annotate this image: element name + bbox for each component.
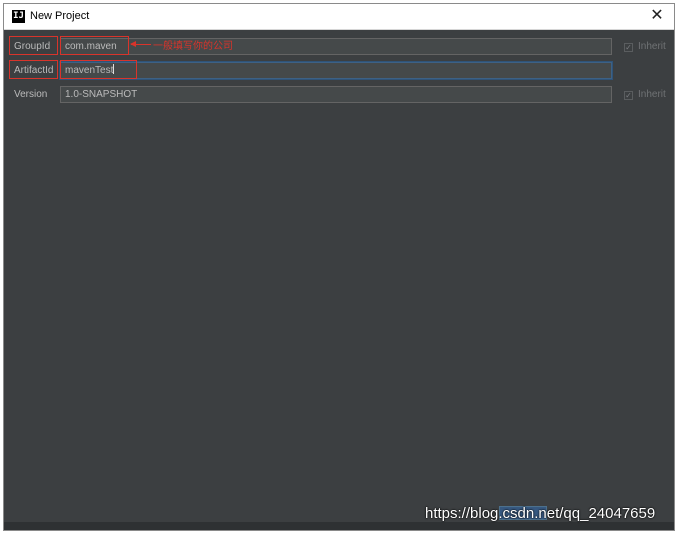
version-row: Version 1.0-SNAPSHOT ✓ Inherit <box>4 85 674 107</box>
artifactid-label-highlight <box>9 60 58 79</box>
dialog-title: New Project <box>30 10 90 22</box>
checkbox-check-icon: ✓ <box>624 43 633 52</box>
artifactid-value-highlight <box>60 60 137 79</box>
groupid-label-highlight <box>9 36 58 55</box>
bottom-strip <box>4 522 674 530</box>
version-label: Version <box>14 89 48 100</box>
version-inherit-checkbox[interactable]: ✓ Inherit <box>624 89 666 100</box>
groupid-field[interactable]: com.maven <box>60 38 612 55</box>
intellij-app-icon: IJ <box>12 10 25 23</box>
annotation-text: 一般填写你的公司 <box>153 41 233 52</box>
title-bar: IJ New Project ✕ <box>4 4 674 30</box>
groupid-inherit-checkbox[interactable]: ✓ Inherit <box>624 41 666 52</box>
close-icon[interactable]: ✕ <box>649 7 665 25</box>
groupid-value-highlight <box>60 36 129 55</box>
version-field[interactable]: 1.0-SNAPSHOT <box>60 86 612 103</box>
watermark: https://blog.csdn.net/qq_24047659 <box>425 505 656 522</box>
artifactid-field[interactable]: mavenTest <box>60 62 612 79</box>
groupid-inherit-label: Inherit <box>638 41 666 52</box>
annotation-arrow-icon <box>130 41 151 47</box>
version-inherit-label: Inherit <box>638 89 666 100</box>
checkbox-check-icon: ✓ <box>624 91 633 100</box>
dialog-content: GroupId com.maven ✓ Inherit ArtifactId ma… <box>4 30 674 530</box>
new-project-dialog: IJ New Project ✕ GroupId com.maven ✓ Inhe… <box>3 3 675 531</box>
